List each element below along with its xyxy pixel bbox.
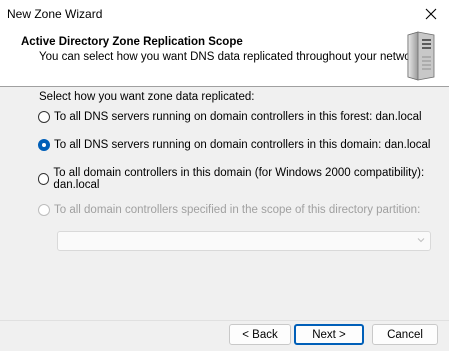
wizard-footer: < Back Next > Cancel: [0, 320, 449, 351]
directory-partition-select[interactable]: [57, 231, 431, 251]
chevron-down-icon: [417, 238, 425, 243]
option-directory-partition-label: To all domain controllers specified in t…: [54, 204, 421, 216]
option-forest-dns[interactable]: To all DNS servers running on domain con…: [38, 109, 422, 125]
page-subtitle: You can select how you want DNS data rep…: [39, 51, 424, 63]
radio-domain-dns[interactable]: [38, 139, 50, 151]
option-domain-controllers-label: To all domain controllers in this domain…: [53, 167, 425, 191]
option-domain-dns[interactable]: To all DNS servers running on domain con…: [38, 137, 431, 153]
radio-directory-partition[interactable]: [38, 204, 50, 216]
option-domain-dns-label: To all DNS servers running on domain con…: [54, 139, 431, 151]
option-forest-dns-label: To all DNS servers running on domain con…: [54, 111, 422, 123]
scope-prompt: Select how you want zone data replicated…: [39, 91, 255, 103]
close-button[interactable]: [417, 1, 445, 27]
title-bar: New Zone Wizard: [0, 0, 449, 28]
next-button[interactable]: Next >: [294, 324, 364, 345]
window-title: New Zone Wizard: [7, 7, 103, 21]
back-button[interactable]: < Back: [229, 324, 291, 345]
radio-forest-dns[interactable]: [38, 111, 50, 123]
option-domain-controllers[interactable]: To all domain controllers in this domain…: [38, 167, 449, 191]
radio-domain-controllers[interactable]: [38, 173, 50, 185]
server-tower-icon: [407, 31, 435, 81]
wizard-content: Select how you want zone data replicated…: [0, 87, 449, 320]
cancel-button[interactable]: Cancel: [372, 324, 438, 345]
page-title: Active Directory Zone Replication Scope: [21, 36, 243, 48]
close-icon: [425, 8, 437, 20]
wizard-header: Active Directory Zone Replication Scope …: [0, 28, 449, 87]
option-directory-partition[interactable]: To all domain controllers specified in t…: [38, 202, 420, 218]
